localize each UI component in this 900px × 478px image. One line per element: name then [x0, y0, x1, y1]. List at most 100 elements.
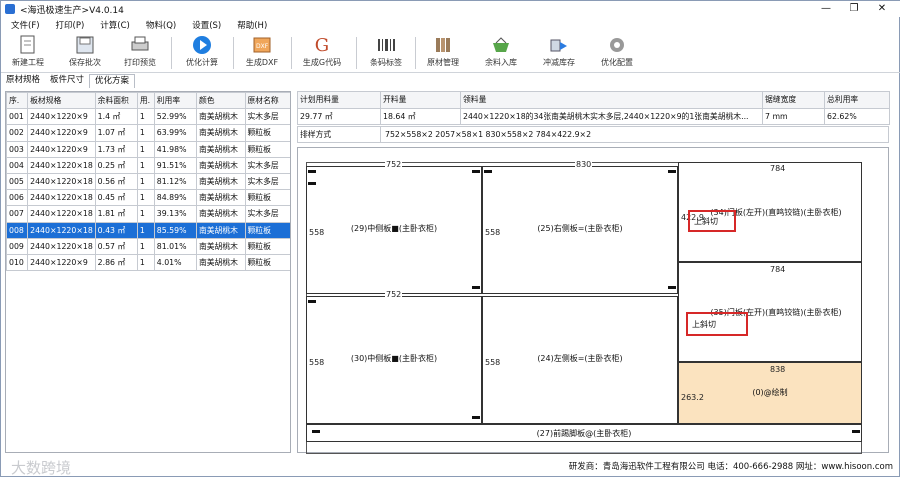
table-cell: 2440×1220×9 — [27, 140, 96, 158]
planned-usage-value: 29.77 ㎡ — [297, 107, 381, 125]
col-index[interactable]: 序. — [6, 92, 29, 110]
col-used[interactable]: 用. — [136, 92, 155, 110]
col-utilization[interactable]: 利用率 — [153, 92, 197, 110]
generate-gcode-button[interactable]: G 生成G代码 — [297, 35, 347, 71]
menu-help[interactable]: 帮助(H) — [237, 19, 267, 31]
menu-settings[interactable]: 设置(S) — [192, 19, 221, 31]
table-cell: 39.13% — [153, 205, 197, 223]
table-cell: 0.25 ㎡ — [94, 156, 138, 174]
material-management-button[interactable]: 原材管理 — [421, 35, 465, 71]
minimize-button[interactable]: — — [811, 1, 841, 17]
generate-dxf-button[interactable]: DXF 生成DXF — [239, 35, 285, 71]
deduct-icon — [549, 35, 569, 55]
save-batch-button[interactable]: 保存批次 — [64, 35, 106, 71]
table-cell: 81.01% — [153, 237, 197, 255]
menu-file[interactable]: 文件(F) — [11, 19, 40, 31]
table-row[interactable]: 002 2440×1220×9 1.07 ㎡ 1 63.99% 南美胡桃木 颗粒板 — [6, 124, 290, 142]
new-project-button[interactable]: 新建工程 — [7, 35, 49, 71]
table-cell: 2440×1220×18 — [27, 172, 96, 191]
table-cell: 004 — [6, 156, 29, 174]
menu-bar: 文件(F) 打印(P) 计算(C) 物料(Q) 设置(S) 帮助(H) — [1, 18, 900, 32]
cut-amount-header: 开料量 — [380, 91, 461, 109]
table-row[interactable]: 009 2440×1220×18 0.57 ㎡ 1 81.01% 南美胡桃木 颗粒板 — [6, 237, 290, 255]
table-cell: 1.81 ㎡ — [94, 205, 138, 223]
piece-30-height: 558 — [308, 358, 326, 367]
table-cell: 1 — [136, 253, 155, 272]
piece-25[interactable]: (25)右侧板=(主卧衣柜) 830 558 — [482, 160, 678, 294]
g-code-icon: G — [314, 34, 330, 56]
new-project-icon — [18, 35, 38, 55]
close-button[interactable]: ✕ — [867, 1, 897, 17]
table-cell: 南美胡桃木 — [195, 140, 246, 158]
basket-icon — [491, 35, 511, 55]
table-cell: 1 — [136, 108, 155, 126]
table-row[interactable]: 004 2440×1220×18 0.25 ㎡ 1 91.51% 南美胡桃木 实木多层 — [6, 156, 290, 174]
table-cell: 1 — [136, 189, 155, 207]
table-row[interactable]: 005 2440×1220×18 0.56 ㎡ 1 81.12% 南美胡桃木 实木多层 — [6, 172, 290, 191]
app-icon — [5, 4, 15, 14]
col-spec[interactable]: 板材规格 — [27, 92, 96, 110]
piece-29[interactable]: (29)中侧板■(主卧衣柜) 752 558 — [306, 160, 482, 294]
col-remnant[interactable]: 余料面积 — [94, 92, 138, 110]
table-cell: 颗粒板 — [244, 124, 290, 142]
table-row[interactable]: 010 2440×1220×9 2.86 ㎡ 1 4.01% 南美胡桃木 颗粒板 — [6, 253, 290, 272]
table-cell: 010 — [6, 253, 29, 272]
picked-amount-value: 2440×1220×18的34张南美胡桃木实木多层,2440×1220×9的1张… — [460, 107, 763, 125]
tab-optimization-plan[interactable]: 优化方案 — [89, 74, 136, 88]
table-cell: 002 — [6, 124, 29, 142]
table-cell: 0.56 ㎡ — [94, 172, 138, 191]
menu-print[interactable]: 打印(P) — [56, 19, 85, 31]
menu-calc[interactable]: 计算(C) — [100, 19, 130, 31]
table-row[interactable]: 003 2440×1220×9 1.73 ㎡ 1 41.98% 南美胡桃木 颗粒板 — [6, 140, 290, 158]
col-color[interactable]: 颜色 — [195, 92, 246, 110]
col-material[interactable]: 原材名称 — [244, 92, 290, 110]
table-cell: 南美胡桃木 — [195, 172, 246, 191]
tab-material-spec[interactable]: 原材规格 — [1, 74, 45, 88]
piece-24[interactable]: (24)左侧板=(主卧衣柜) 558 — [482, 296, 678, 424]
table-cell: 实木多层 — [244, 172, 290, 191]
play-icon — [192, 35, 212, 55]
table-cell: 1 — [136, 140, 155, 158]
cut-amount-value: 18.64 ㎡ — [380, 107, 461, 125]
table-row[interactable]: 001 2440×1220×9 1.4 ㎡ 1 52.99% 南美胡桃木 实木多层 — [6, 108, 290, 126]
table-cell: 1 — [136, 221, 155, 239]
table-cell: 南美胡桃木 — [195, 108, 246, 126]
kerf-width-value: 7 mm — [762, 107, 825, 125]
piece-35-width: 784 — [769, 265, 787, 274]
kerf-width-header: 锯缝宽度 — [762, 91, 825, 109]
remnant-stock-button[interactable]: 余料入库 — [479, 35, 523, 71]
tab-panel-size[interactable]: 板件尺寸 — [45, 74, 89, 88]
sheet-table: 序. 板材规格 余料面积 用. 利用率 颜色 原材名称 001 2440×1220… — [6, 92, 290, 272]
restore-button[interactable]: ❐ — [839, 1, 869, 17]
piece-27[interactable]: (27)前踢脚板@(主卧衣柜) — [306, 424, 862, 442]
save-icon — [75, 35, 95, 55]
table-cell: 南美胡桃木 — [195, 124, 246, 142]
tab-bar: 原材规格 板件尺寸 优化方案 — [1, 74, 900, 88]
layout-row: 排样方式 752×558×2 2057×58×1 830×558×2 784×4… — [297, 126, 889, 143]
table-cell: 2440×1220×18 — [27, 221, 96, 239]
print-preview-button[interactable]: 打印预览 — [119, 35, 161, 71]
barcode-label-button[interactable]: 条码标签 — [363, 35, 409, 71]
piece-remnant[interactable]: (0)@绘制 838 263.2 — [678, 362, 862, 424]
table-cell: 2440×1220×18 — [27, 205, 96, 223]
deduct-stock-button[interactable]: 冲减库存 — [537, 35, 581, 71]
gear-icon — [607, 35, 627, 55]
total-utilization-header: 总利用率 — [824, 91, 890, 109]
optimize-button[interactable]: 优化计算 — [179, 35, 225, 71]
watermark: 大数跨境 — [11, 459, 72, 477]
table-row[interactable]: 007 2440×1220×18 1.81 ㎡ 1 39.13% 南美胡桃木 实木多层 — [6, 205, 290, 223]
table-cell: 颗粒板 — [244, 237, 290, 255]
table-cell: 南美胡桃木 — [195, 205, 246, 223]
table-row[interactable]: 006 2440×1220×18 0.45 ㎡ 1 84.89% 南美胡桃木 颗粒板 — [6, 189, 290, 207]
table-cell: 41.98% — [153, 140, 197, 158]
cutting-diagram[interactable]: (29)中侧板■(主卧衣柜) 752 558 (25)右侧板=(主卧衣柜) 83… — [297, 147, 889, 454]
table-row[interactable]: 008 2440×1220×18 0.43 ㎡ 1 85.59% 南美胡桃木 颗粒板 — [6, 221, 290, 239]
piece-30[interactable]: (30)中侧板■(主卧衣柜) 752 558 — [306, 290, 482, 424]
remnant-width: 838 — [770, 365, 786, 374]
table-cell: 91.51% — [153, 156, 197, 174]
table-cell: 1 — [136, 172, 155, 191]
table-cell: 2440×1220×18 — [27, 156, 96, 174]
optimize-config-button[interactable]: 优化配置 — [595, 35, 639, 71]
menu-material[interactable]: 物料(Q) — [146, 19, 176, 31]
svg-text:DXF: DXF — [256, 43, 269, 50]
